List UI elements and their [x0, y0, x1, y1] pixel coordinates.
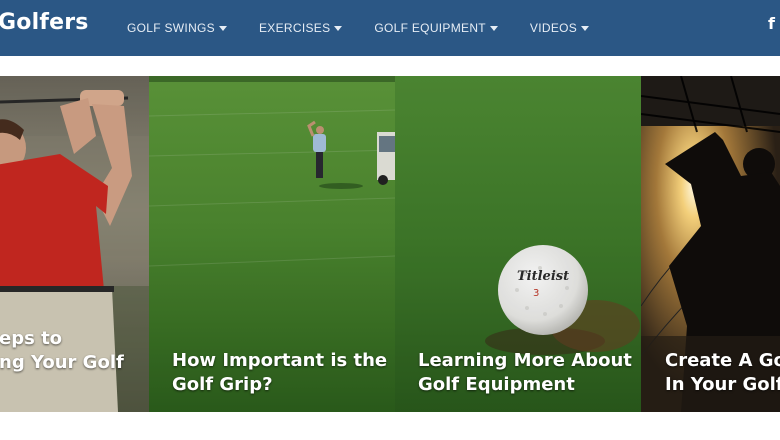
caret-down-icon: [581, 25, 590, 31]
card-title[interactable]: How Important is the Golf Grip?: [172, 349, 387, 397]
site-logo[interactable]: Golfers: [0, 10, 89, 35]
nav-golf-equipment[interactable]: GOLF EQUIPMENT: [374, 21, 498, 35]
card-title[interactable]: Learning More About Golf Equipment: [418, 349, 632, 397]
caret-down-icon: [218, 25, 227, 31]
caret-down-icon: [489, 25, 498, 31]
card-title-line: Golf Grip?: [172, 374, 273, 395]
featured-card[interactable]: How Important is the Golf Grip?: [149, 76, 395, 412]
card-title-line: Golf Equipment: [418, 374, 575, 395]
card-title-line: Learning More About: [418, 350, 632, 371]
card-title-line: Create A Goo: [665, 350, 780, 371]
main-nav: GOLF SWINGS EXERCISES GOLF EQUIPMENT VID…: [127, 0, 621, 56]
header-spacer: [0, 56, 780, 76]
nav-videos-label: VIDEOS: [529, 21, 578, 35]
card-title-line: eps to: [0, 328, 63, 349]
nav-golf-equipment-label: GOLF EQUIPMENT: [374, 21, 486, 35]
featured-card[interactable]: Create A Goo In Your Golf: [641, 76, 780, 412]
card-title-line: How Important is the: [172, 350, 388, 371]
page-footer-spacer: [0, 412, 780, 440]
facebook-icon[interactable]: f: [768, 14, 775, 33]
featured-card[interactable]: Titleist 3 Learning More About Golf Equi…: [395, 76, 641, 412]
card-title[interactable]: eps to ng Your Golf: [0, 327, 124, 375]
nav-exercises[interactable]: EXERCISES: [258, 21, 343, 35]
card-title-line: ng Your Golf: [0, 352, 124, 373]
nav-videos[interactable]: VIDEOS: [529, 21, 590, 35]
featured-card[interactable]: eps to ng Your Golf: [0, 76, 149, 412]
featured-posts: eps to ng Your Golf How Important is the…: [0, 76, 780, 412]
card-title-line: In Your Golf: [665, 374, 780, 395]
card-title[interactable]: Create A Goo In Your Golf: [665, 349, 780, 397]
nav-exercises-label: EXERCISES: [258, 21, 331, 35]
site-header: Golfers GOLF SWINGS EXERCISES GOLF EQUIP…: [0, 0, 780, 56]
nav-golf-swings[interactable]: GOLF SWINGS: [127, 21, 227, 35]
nav-golf-swings-label: GOLF SWINGS: [127, 21, 215, 35]
caret-down-icon: [334, 25, 343, 31]
